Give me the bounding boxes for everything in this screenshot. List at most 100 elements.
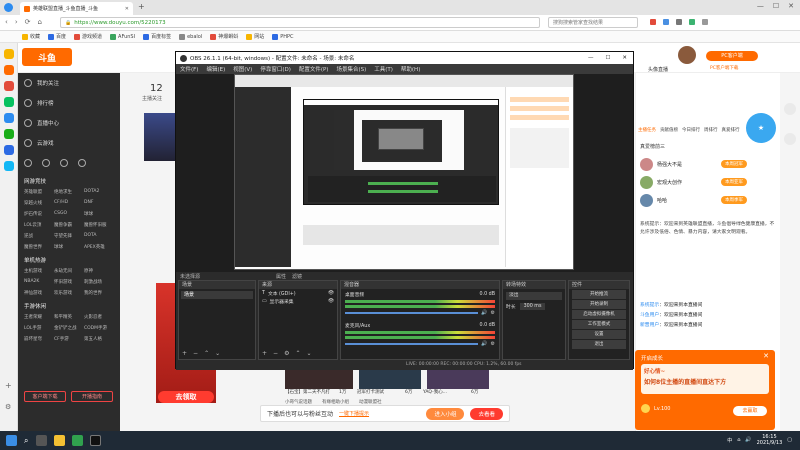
- bookmark-item[interactable]: 网站: [246, 33, 264, 40]
- filters-button[interactable]: 滤镜: [292, 273, 302, 280]
- event-badge-icon[interactable]: ★: [746, 113, 776, 143]
- nav-item-live-center[interactable]: 直播中心: [18, 113, 120, 133]
- source-item[interactable]: ▭ 显示器采集 👁: [259, 297, 337, 305]
- show-title[interactable]: YAQ-我心...: [423, 389, 467, 395]
- rank-name[interactable]: 杨强大不是: [657, 161, 717, 168]
- nav-game-link[interactable]: CF手游: [54, 336, 84, 342]
- show-card[interactable]: [285, 369, 353, 389]
- speaker-icon[interactable]: 🔊: [481, 341, 487, 347]
- gear-icon[interactable]: ⚙: [491, 310, 495, 316]
- nav-game-link[interactable]: 金铲铲之战: [54, 325, 84, 331]
- pc-client-button[interactable]: PC客户端: [706, 51, 758, 61]
- chevron-down-icon[interactable]: ⌄: [215, 350, 220, 357]
- nav-game-link[interactable]: CSGO: [54, 211, 84, 217]
- nav-game-link[interactable]: 神仙游戏: [24, 290, 54, 296]
- speaker-icon[interactable]: 🔊: [481, 310, 487, 316]
- eye-icon[interactable]: 👁: [328, 299, 334, 304]
- minimize-icon[interactable]: —: [757, 2, 764, 10]
- nav-game-link[interactable]: APEX英雄: [84, 244, 114, 250]
- join-group-button[interactable]: 进入小组: [426, 407, 465, 420]
- extension-icon[interactable]: [650, 19, 656, 25]
- nav-game-link[interactable]: 欢乐游戏: [54, 290, 84, 296]
- nav-game-link[interactable]: 球球: [84, 211, 114, 217]
- game-icon[interactable]: [24, 159, 32, 167]
- maximize-icon[interactable]: ☐: [773, 2, 779, 10]
- close-window-icon[interactable]: ✕: [788, 2, 794, 10]
- nav-game-link[interactable]: 魔兽世界: [24, 244, 54, 250]
- forward-icon[interactable]: ›: [15, 18, 18, 26]
- avatar[interactable]: [678, 46, 696, 64]
- obs-menu-item[interactable]: 停靠窗口(D): [260, 65, 291, 73]
- close-tab-icon[interactable]: ✕: [125, 6, 129, 12]
- game-icon[interactable]: [60, 159, 68, 167]
- pc-client-sub[interactable]: PC客户端下载: [710, 65, 738, 71]
- nav-game-link[interactable]: 崩坏星穹: [24, 336, 54, 342]
- nav-section-title[interactable]: 网游竞技: [18, 173, 120, 187]
- game-icon[interactable]: [3, 65, 14, 75]
- studio-mode-button[interactable]: 工作室模式: [572, 320, 626, 329]
- clock-date[interactable]: 2021/9/13: [757, 440, 783, 446]
- nav-item-cloud-game[interactable]: 云游戏: [18, 133, 120, 153]
- bookmark-item[interactable]: 百度: [48, 33, 66, 40]
- wechat-icon[interactable]: [3, 97, 14, 107]
- app-icon[interactable]: [3, 145, 14, 155]
- extension-icon[interactable]: [689, 19, 695, 25]
- rank-tab[interactable]: 贡献值榜: [660, 127, 678, 133]
- obs-menu-item[interactable]: 视图(V): [233, 65, 252, 73]
- duration-input[interactable]: 300 ms: [519, 303, 546, 310]
- show-title[interactable]: 【石宝】第二天不凡打: [285, 389, 335, 395]
- app-icon[interactable]: [72, 435, 84, 446]
- obs-taskbar-icon[interactable]: [90, 435, 102, 446]
- obs-titlebar[interactable]: OBS 26.1.1 (64-bit, windows) - 配置文件: 未命名…: [176, 52, 633, 64]
- obs-menu-item[interactable]: 配置文件(P): [299, 65, 329, 73]
- nav-game-link[interactable]: 原神: [84, 268, 114, 274]
- nav-item-rank[interactable]: 排行榜: [18, 93, 120, 113]
- show-card[interactable]: [359, 369, 421, 389]
- nav-game-link[interactable]: 第五人格: [84, 336, 114, 342]
- bookmark-item[interactable]: 收藏: [22, 33, 40, 40]
- settings-button[interactable]: 设置: [572, 330, 626, 339]
- rank-tab[interactable]: 今日排行: [682, 127, 700, 133]
- search-icon[interactable]: ⌕: [24, 436, 28, 446]
- page-scrollbar[interactable]: [780, 73, 800, 431]
- file-explorer-icon[interactable]: [54, 435, 66, 446]
- nav-game-link[interactable]: 我的世界: [84, 290, 114, 296]
- follow-label[interactable]: 主播关注: [142, 95, 162, 102]
- obs-menu-item[interactable]: 文件(F): [180, 65, 198, 73]
- nav-game-link[interactable]: DNF: [84, 200, 114, 206]
- game-icon[interactable]: [42, 159, 50, 167]
- source-item[interactable]: T 文本 (GDI+) 👁: [259, 289, 337, 297]
- properties-button[interactable]: 属性: [276, 273, 286, 280]
- nav-game-link[interactable]: LOL手游: [24, 325, 54, 331]
- nav-section-title[interactable]: 手游休闲: [18, 298, 120, 312]
- bookmark-item[interactable]: ebalol: [179, 33, 202, 40]
- go-see-button[interactable]: 去看看: [470, 407, 503, 420]
- nav-game-link[interactable]: 刺激战场: [84, 279, 114, 285]
- stream-thumbnail[interactable]: [144, 113, 178, 161]
- game-icon[interactable]: [78, 159, 86, 167]
- nav-game-link[interactable]: NBA2K: [24, 279, 54, 285]
- network-icon[interactable]: ⌂: [737, 437, 740, 443]
- header-live-label[interactable]: 头像直播: [648, 66, 668, 73]
- client-download-button[interactable]: 客户端下载: [24, 391, 66, 402]
- language-indicator[interactable]: 中: [727, 437, 732, 444]
- sidebar-tool-icon[interactable]: [784, 103, 796, 115]
- transition-select[interactable]: 淡出: [506, 292, 562, 300]
- obs-menu-item[interactable]: 工具(T): [374, 65, 393, 73]
- settings-icon[interactable]: ⚙: [5, 403, 11, 411]
- rank-tab[interactable]: 真爱排行: [722, 127, 740, 133]
- exit-button[interactable]: 退出: [572, 340, 626, 349]
- bookmark-item[interactable]: 百度标签: [143, 33, 171, 40]
- app-icon[interactable]: [3, 129, 14, 139]
- live-guide-button[interactable]: 开播指南: [71, 391, 113, 402]
- add-icon[interactable]: +: [5, 381, 12, 390]
- nav-game-link[interactable]: 炉石传说: [24, 211, 54, 217]
- windows-start-icon[interactable]: [6, 435, 17, 446]
- douyu-logo[interactable]: 斗鱼: [22, 48, 72, 66]
- show-card[interactable]: [427, 369, 489, 389]
- gear-icon[interactable]: ⚙: [284, 350, 289, 357]
- avatar[interactable]: [640, 157, 653, 171]
- menu-icon[interactable]: [702, 19, 708, 25]
- extension-icon[interactable]: [676, 19, 682, 25]
- browser-logo-icon[interactable]: [4, 3, 13, 12]
